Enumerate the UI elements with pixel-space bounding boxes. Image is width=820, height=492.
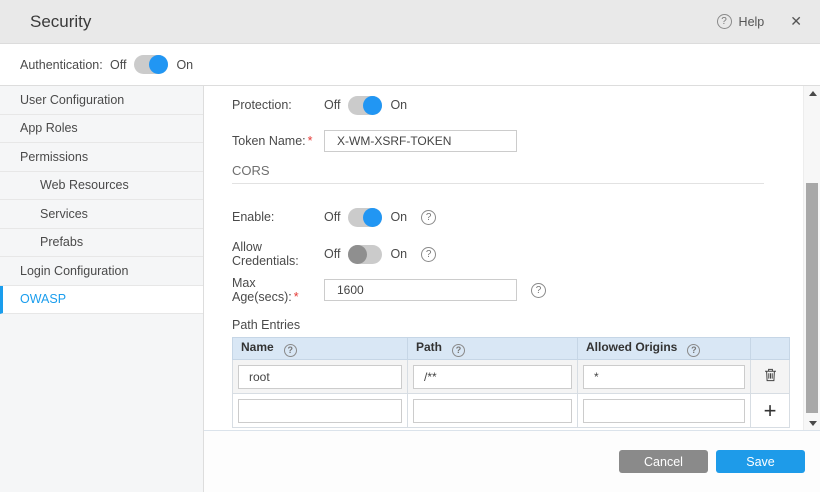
allow-credentials-on-label: On	[390, 247, 407, 261]
enable-on-label: On	[390, 210, 407, 224]
table-row: +	[233, 394, 790, 428]
path-help-icon[interactable]: ?	[452, 344, 465, 357]
protection-row: Protection: Off On	[232, 95, 764, 115]
authentication-label: Authentication:	[20, 58, 110, 72]
cors-enable-toggle[interactable]	[348, 208, 382, 227]
max-age-label: Max Age(secs):*	[232, 276, 324, 304]
required-asterisk: *	[294, 290, 299, 304]
enable-off-label: Off	[324, 210, 340, 224]
sidebar-item-label: OWASP	[20, 292, 66, 306]
help-label: Help	[739, 15, 765, 29]
max-age-input[interactable]	[324, 279, 517, 301]
column-header-allowed-origins: Allowed Origins?	[578, 338, 751, 360]
page-title: Security	[30, 12, 717, 32]
column-header-path: Path?	[408, 338, 578, 360]
owasp-settings-panel: Protection: Off On Token Name:* CORS	[204, 86, 820, 431]
protection-label: Protection:	[232, 98, 324, 112]
sidebar-item-label: Services	[40, 207, 88, 221]
cors-enable-row: Enable: Off On ?	[232, 207, 764, 227]
sidebar-item-label: Web Resources	[40, 178, 129, 192]
section-divider	[232, 183, 764, 184]
toggle-knob	[363, 96, 382, 115]
trash-icon	[764, 368, 777, 382]
sidebar-item-app-roles[interactable]: App Roles	[0, 115, 203, 144]
sidebar-item-label: Permissions	[20, 150, 88, 164]
enable-help-icon[interactable]: ?	[421, 210, 436, 225]
path-entry-origins-input[interactable]	[583, 399, 745, 423]
toggle-knob	[363, 208, 382, 227]
allow-credentials-label: Allow Credentials:	[232, 240, 324, 268]
plus-icon: +	[764, 398, 777, 423]
allowed-origins-help-icon[interactable]: ?	[687, 344, 700, 357]
authentication-off-label: Off	[110, 58, 126, 72]
add-row-button[interactable]: +	[758, 398, 783, 424]
cors-section-heading: CORS	[232, 162, 764, 178]
scrollbar-thumb[interactable]	[806, 183, 818, 413]
max-age-help-icon[interactable]: ?	[531, 283, 546, 298]
allow-credentials-off-label: Off	[324, 247, 340, 261]
path-entry-name-input[interactable]	[238, 365, 402, 389]
authentication-bar: Authentication: Off On	[0, 44, 820, 86]
protection-off-label: Off	[324, 98, 340, 112]
column-header-name: Name?	[233, 338, 408, 360]
path-entry-path-input[interactable]	[413, 399, 572, 423]
path-entries-table: Name? Path? Allowed Origins?	[232, 337, 790, 428]
token-name-input[interactable]	[324, 130, 517, 152]
scrollbar-up-arrow[interactable]	[804, 86, 820, 100]
path-entry-path-input[interactable]	[413, 365, 572, 389]
sidebar: User Configuration App Roles Permissions…	[0, 86, 204, 492]
required-asterisk: *	[308, 134, 313, 148]
sidebar-item-user-configuration[interactable]: User Configuration	[0, 86, 203, 115]
allow-credentials-toggle[interactable]	[348, 245, 382, 264]
allow-credentials-help-icon[interactable]: ?	[421, 247, 436, 262]
authentication-on-label: On	[176, 58, 193, 72]
sidebar-item-label: Prefabs	[40, 235, 83, 249]
sidebar-item-web-resources[interactable]: Web Resources	[0, 172, 203, 201]
triangle-down-icon	[809, 421, 817, 426]
triangle-up-icon	[809, 91, 817, 96]
security-dialog: Security ? Help ✕ Authentication: Off On…	[0, 0, 820, 492]
sidebar-item-permissions[interactable]: Permissions	[0, 143, 203, 172]
sidebar-item-label: User Configuration	[20, 93, 124, 107]
scrollbar-down-arrow[interactable]	[804, 416, 820, 430]
path-entry-origins-input[interactable]	[583, 365, 745, 389]
dialog-footer: Cancel Save	[204, 431, 820, 492]
help-icon: ?	[717, 14, 732, 29]
vertical-scrollbar[interactable]	[803, 86, 820, 430]
allow-credentials-row: Allow Credentials: Off On ?	[232, 244, 764, 264]
table-header-row: Name? Path? Allowed Origins?	[233, 338, 790, 360]
table-row	[233, 360, 790, 394]
authentication-toggle[interactable]	[134, 55, 168, 74]
sidebar-item-label: App Roles	[20, 121, 78, 135]
save-button[interactable]: Save	[716, 450, 805, 473]
enable-label: Enable:	[232, 210, 324, 224]
path-entry-name-input[interactable]	[238, 399, 402, 423]
sidebar-item-login-configuration[interactable]: Login Configuration	[0, 257, 203, 286]
sidebar-item-services[interactable]: Services	[0, 200, 203, 229]
column-header-actions	[751, 338, 790, 360]
toggle-knob	[348, 245, 367, 264]
delete-row-button[interactable]	[758, 366, 783, 386]
path-entries-heading: Path Entries	[232, 317, 764, 333]
close-icon[interactable]: ✕	[786, 11, 806, 32]
protection-on-label: On	[390, 98, 407, 112]
sidebar-item-prefabs[interactable]: Prefabs	[0, 229, 203, 258]
help-button[interactable]: ? Help	[717, 14, 765, 29]
max-age-row: Max Age(secs):* ?	[232, 279, 764, 301]
sidebar-item-label: Login Configuration	[20, 264, 128, 278]
dialog-header: Security ? Help ✕	[0, 0, 820, 44]
sidebar-item-owasp[interactable]: OWASP	[0, 286, 203, 315]
token-name-label: Token Name:*	[232, 134, 324, 148]
name-help-icon[interactable]: ?	[284, 344, 297, 357]
token-name-row: Token Name:*	[232, 130, 764, 152]
cancel-button[interactable]: Cancel	[619, 450, 708, 473]
toggle-knob	[149, 55, 168, 74]
protection-toggle[interactable]	[348, 96, 382, 115]
